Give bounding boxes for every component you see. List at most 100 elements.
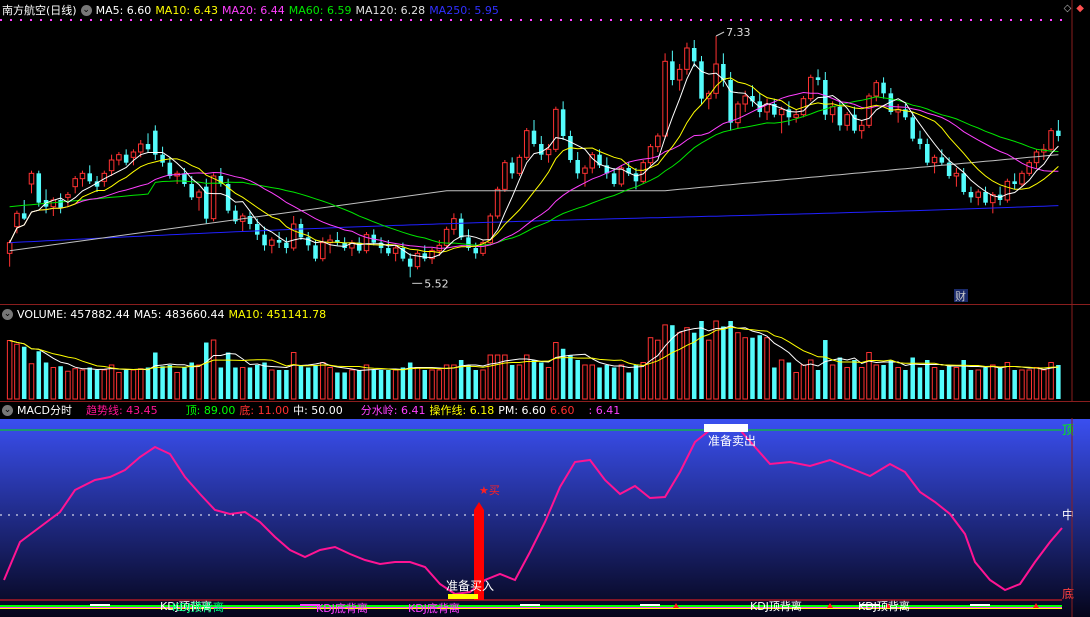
candle-body	[975, 191, 982, 198]
volume-bar	[699, 321, 704, 399]
candle-body	[87, 173, 93, 182]
candle	[233, 205, 238, 224]
buy-star-label: ★买	[479, 484, 500, 497]
candle	[123, 149, 129, 166]
volume-bar	[728, 321, 733, 399]
volume-bar	[1041, 369, 1047, 400]
ma60-line	[9, 96, 1059, 246]
candle-body	[917, 138, 923, 144]
kdj-top-divergence-label: KDJ顶背离	[172, 600, 224, 614]
candle	[684, 42, 690, 75]
chevron-down-icon[interactable]: ⌄	[2, 404, 13, 416]
volume-bar	[829, 364, 836, 400]
candle-body	[531, 130, 537, 144]
close-icon[interactable]: ◆	[1076, 3, 1084, 14]
candle-body	[553, 108, 559, 150]
volume-bar	[204, 342, 209, 399]
volume-bar	[371, 369, 377, 399]
candle-body	[742, 95, 748, 105]
candle	[72, 176, 78, 194]
volume-bar	[101, 369, 108, 400]
candle-body	[153, 130, 158, 155]
candle	[502, 160, 508, 192]
candle-body	[931, 156, 938, 164]
volume-bar	[466, 364, 471, 399]
bottom-strip-mark	[90, 604, 110, 606]
candle-body	[473, 248, 478, 254]
volume-bar	[866, 352, 872, 400]
candle-body	[939, 157, 945, 163]
mid-readout: 中: 50.00	[293, 404, 343, 417]
candle-body	[676, 68, 683, 81]
candle-body	[793, 114, 799, 118]
volume-bar	[807, 359, 814, 400]
volume-bar	[436, 369, 443, 400]
candle-body	[494, 188, 501, 217]
candle-body	[269, 239, 275, 246]
volume-bar	[342, 372, 347, 399]
collapse-icon[interactable]: ◇	[1064, 3, 1072, 14]
top-readout: 顶: 89.00	[185, 404, 236, 417]
candle-body	[167, 162, 173, 176]
candle-body	[386, 248, 391, 254]
candle-body	[254, 224, 260, 235]
candle-body	[284, 242, 289, 248]
volume-bar	[65, 370, 71, 400]
volume-bar	[793, 371, 799, 400]
candle-body	[108, 159, 115, 172]
volume-bar	[167, 364, 173, 399]
volume-bar	[997, 367, 1003, 399]
candle	[335, 232, 340, 246]
candle	[531, 120, 537, 147]
candle	[539, 136, 544, 160]
candle	[676, 64, 683, 91]
candle-body	[961, 173, 966, 192]
volume-bar	[72, 368, 78, 400]
volume-bar	[6, 340, 13, 400]
candle	[523, 128, 530, 160]
candle-body	[298, 224, 304, 238]
candle	[196, 189, 202, 211]
candle-body	[807, 76, 814, 100]
high-label: 7.33	[726, 26, 751, 39]
volume-bar	[494, 354, 501, 400]
volume-bar	[473, 369, 478, 399]
candle	[414, 250, 421, 270]
candle	[342, 237, 347, 251]
volume-bar	[247, 367, 253, 399]
volume-bar	[79, 369, 86, 400]
candle-body	[65, 194, 71, 198]
volume-bar	[1056, 364, 1061, 399]
chevron-down-icon[interactable]: ⌄	[80, 4, 92, 16]
candle-body	[58, 200, 63, 208]
candle	[699, 56, 704, 104]
candle	[873, 80, 880, 102]
window-controls: ◇ ◆	[1064, 3, 1084, 14]
candle	[160, 146, 165, 167]
candle-body	[422, 253, 428, 259]
volume-bar	[225, 352, 231, 399]
volume-bar	[210, 339, 217, 400]
candle-body	[21, 213, 27, 219]
volume-bar	[290, 352, 297, 400]
kdj-top-divergence-label: KDJ顶背离	[858, 599, 910, 613]
candle	[1056, 120, 1061, 142]
volume-bar	[254, 364, 260, 399]
volume-pane: ⌄ VOLUME: 457882.44 MA5: 483660.44 MA10:…	[0, 305, 1090, 401]
chevron-down-icon[interactable]: ⌄	[2, 308, 13, 320]
volume-bar	[174, 371, 180, 400]
volume-bar	[633, 364, 639, 399]
candle-body	[72, 178, 78, 188]
candle-body	[313, 245, 318, 259]
volume-bar	[36, 351, 42, 399]
volume-bar	[123, 369, 129, 399]
volume-bar	[800, 364, 807, 400]
candle-body	[523, 130, 530, 158]
volume-bar	[772, 367, 777, 399]
volume-bar	[721, 326, 726, 399]
vol-ma5-readout: MA5: 483660.44	[133, 307, 225, 321]
volume-bar	[94, 369, 100, 399]
candle	[363, 232, 370, 254]
candle	[844, 112, 850, 131]
volume-bar	[429, 369, 435, 400]
